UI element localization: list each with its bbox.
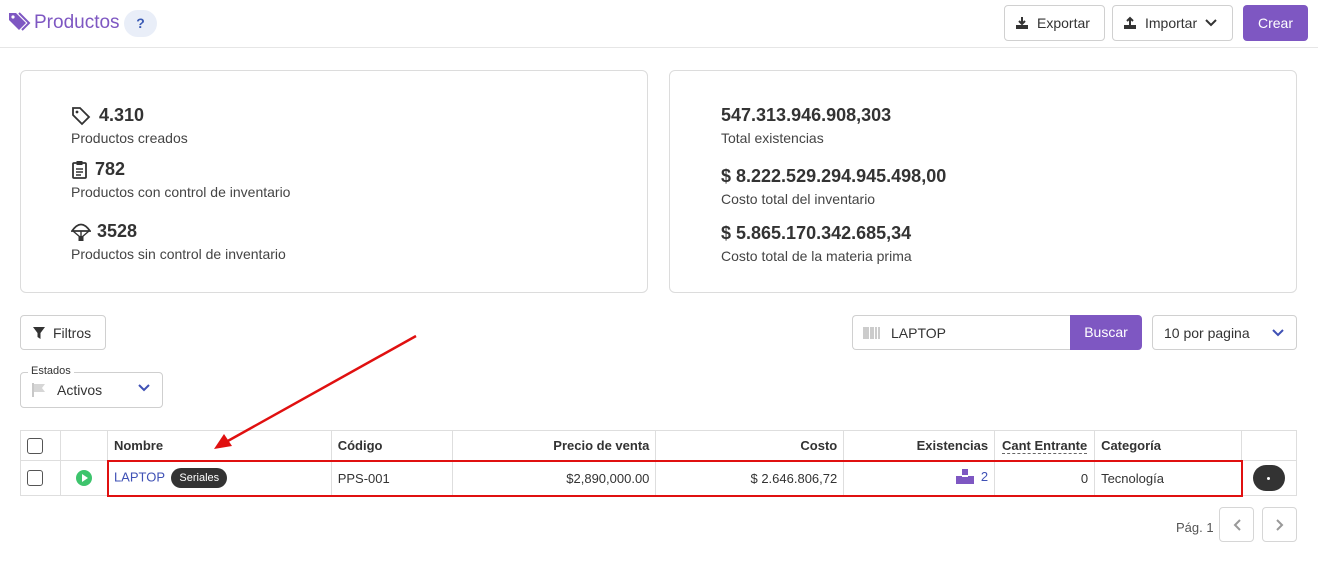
chevron-left-icon [1233,518,1241,531]
page-indicator: Pág. 1 [1176,520,1214,535]
annotation-arrow [214,334,417,449]
next-page-button[interactable] [1262,507,1297,542]
chevron-right-icon [1275,518,1283,531]
prev-page-button[interactable] [1219,507,1254,542]
